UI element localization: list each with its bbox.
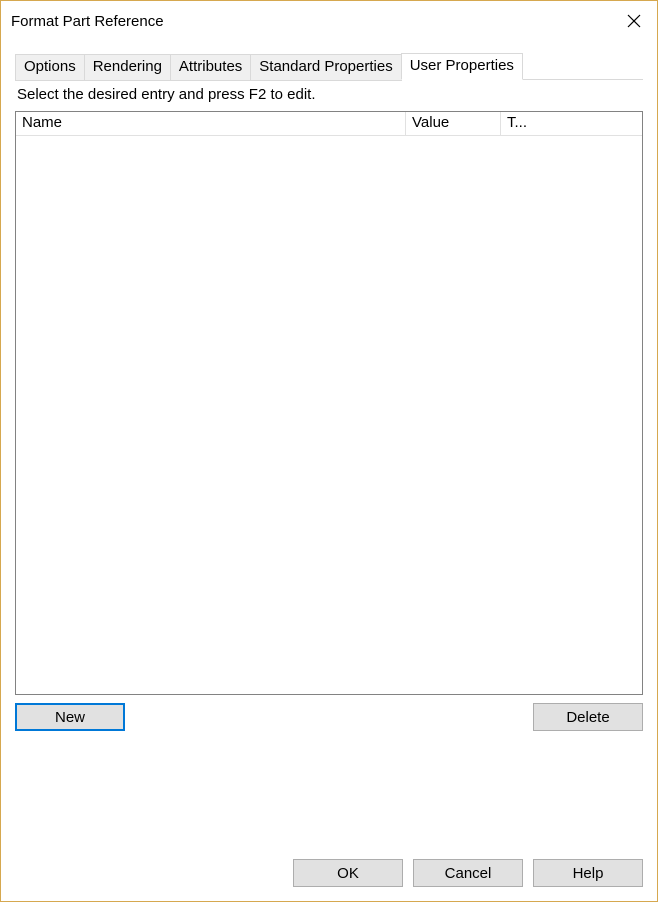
table-header: Name Value T...: [16, 112, 642, 136]
titlebar: Format Part Reference: [1, 1, 657, 41]
new-button[interactable]: New: [15, 703, 125, 731]
tab-attributes[interactable]: Attributes: [170, 54, 251, 81]
tab-rendering[interactable]: Rendering: [84, 54, 171, 81]
column-header-type[interactable]: T...: [501, 112, 642, 136]
dialog-content: Options Rendering Attributes Standard Pr…: [1, 41, 657, 849]
column-header-name[interactable]: Name: [16, 112, 406, 136]
column-header-value[interactable]: Value: [406, 112, 501, 136]
close-button[interactable]: [611, 1, 657, 41]
spacer: [125, 703, 533, 731]
delete-button[interactable]: Delete: [533, 703, 643, 731]
properties-table[interactable]: Name Value T...: [15, 111, 643, 695]
action-row: New Delete: [15, 703, 643, 731]
ok-button[interactable]: OK: [293, 859, 403, 887]
tab-options[interactable]: Options: [15, 54, 85, 81]
tab-user-properties[interactable]: User Properties: [401, 53, 523, 80]
help-button[interactable]: Help: [533, 859, 643, 887]
tab-standard-properties[interactable]: Standard Properties: [250, 54, 401, 81]
instructions-label: Select the desired entry and press F2 to…: [15, 79, 643, 111]
window-title: Format Part Reference: [11, 13, 164, 30]
cancel-button[interactable]: Cancel: [413, 859, 523, 887]
dialog-footer: OK Cancel Help: [1, 849, 657, 901]
tab-bar: Options Rendering Attributes Standard Pr…: [15, 53, 643, 80]
close-icon: [627, 14, 641, 28]
